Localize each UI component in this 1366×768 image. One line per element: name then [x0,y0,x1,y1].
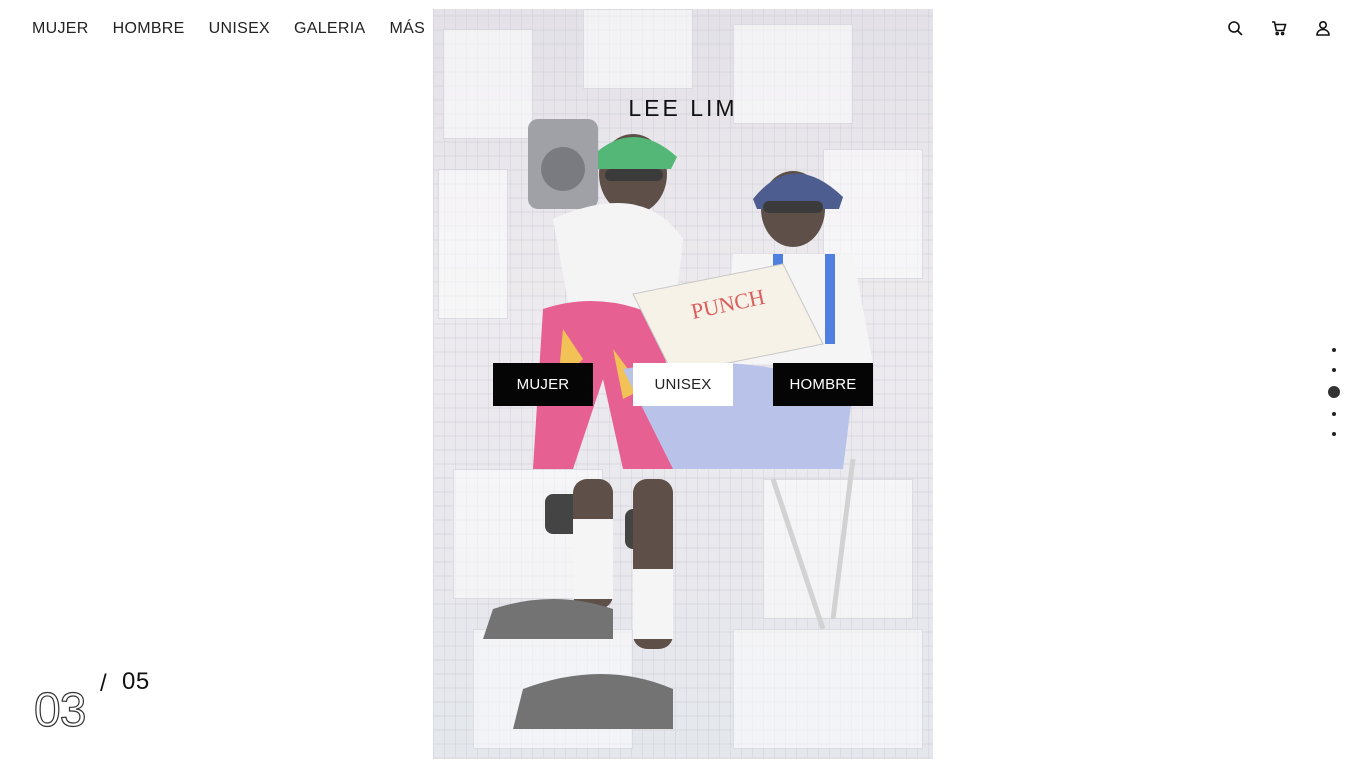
slide-counter: 03 / 05 [33,666,184,737]
page: MUJER HOMBRE UNISEX GALERIA MÁS PUNCH LE… [0,0,1366,768]
unisex-button[interactable]: UNISEX [633,363,733,406]
nav-item-hombre[interactable]: HOMBRE [113,18,185,40]
pager-dot-3[interactable] [1328,386,1340,398]
hombre-button[interactable]: HOMBRE [773,363,873,406]
slide-counter-current: 03 [33,684,87,737]
mujer-button[interactable]: MUJER [493,363,593,406]
header-icons [1202,17,1334,39]
search-icon[interactable] [1224,17,1246,39]
hero-image: PUNCH LEE LIM MUJER UNISEX HOMBRE [433,9,933,759]
nav-item-unisex[interactable]: UNISEX [209,18,270,40]
nav-item-mas[interactable]: MÁS [389,18,425,40]
slide-counter-total: 05 [122,668,150,695]
pager-dot-5[interactable] [1332,432,1336,436]
nav-item-mujer[interactable]: MUJER [32,18,89,40]
cart-icon[interactable] [1268,17,1290,39]
pager-dot-4[interactable] [1332,412,1336,416]
main-nav: MUJER HOMBRE UNISEX GALERIA MÁS [32,18,449,40]
slide-counter-separator: / [100,670,107,697]
pager-dot-1[interactable] [1332,348,1336,352]
category-buttons: MUJER UNISEX HOMBRE [493,363,873,406]
user-icon[interactable] [1312,17,1334,39]
nav-item-galeria[interactable]: GALERIA [294,18,365,40]
slide-pager [1328,340,1340,444]
pager-dot-2[interactable] [1332,368,1336,372]
brand-title: LEE LIM [628,95,738,121]
